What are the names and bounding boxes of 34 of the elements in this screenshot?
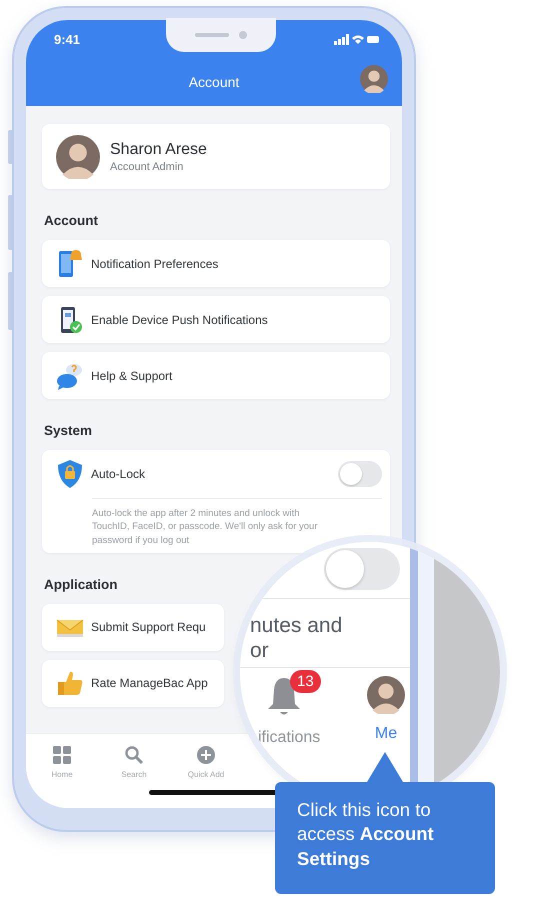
item-description: Auto-lock the app after 2 minutes and unlock with TouchID, FaceID, or passcode. We'll only ask for your password if you log out: [92, 507, 319, 547]
search-icon: [124, 745, 144, 765]
grid-icon: [52, 745, 72, 765]
status-time: 9:41: [54, 32, 80, 46]
section-heading: Application: [44, 576, 118, 592]
avatar: [367, 676, 405, 714]
avatar: [56, 134, 100, 178]
settings-item[interactable]: Notification Preferences: [42, 240, 390, 287]
toggle-switch[interactable]: [338, 461, 382, 487]
tooltip: Click this icon to access Account Settings: [275, 782, 495, 894]
profile-card[interactable]: Sharon Arese Account Admin: [42, 124, 390, 189]
screen-title: Account: [188, 74, 240, 90]
item-label: Notification Preferences: [91, 256, 218, 270]
item-label: Rate ManageBac App: [91, 676, 208, 690]
item-label: Help & Support: [91, 368, 172, 382]
magnified-text: or: [249, 638, 270, 663]
count-badge: 13: [290, 670, 321, 693]
phone-bell-icon: [56, 248, 84, 278]
item-label: Auto-Lock: [91, 467, 146, 481]
item-label: Submit Support Requ: [91, 620, 206, 634]
settings-item[interactable]: Submit Support Requ: [42, 604, 224, 651]
add-icon: [196, 745, 216, 765]
magnified-text: nutes and: [249, 613, 344, 638]
section-heading: System: [44, 423, 94, 438]
item-label: Enable Device Push Notifications: [91, 312, 268, 326]
profile-name: Sharon Arese: [110, 140, 207, 158]
settings-item[interactable]: Help & Support: [42, 352, 390, 399]
shield-icon: [56, 459, 84, 489]
section-heading: Account: [44, 213, 99, 228]
settings-item[interactable]: Enable Device Push Notifications: [42, 296, 390, 343]
status-icons: [334, 34, 380, 44]
profile-role: Account Admin: [110, 160, 184, 172]
settings-item[interactable]: Rate ManageBac App: [42, 660, 224, 707]
avatar[interactable]: [360, 65, 388, 93]
